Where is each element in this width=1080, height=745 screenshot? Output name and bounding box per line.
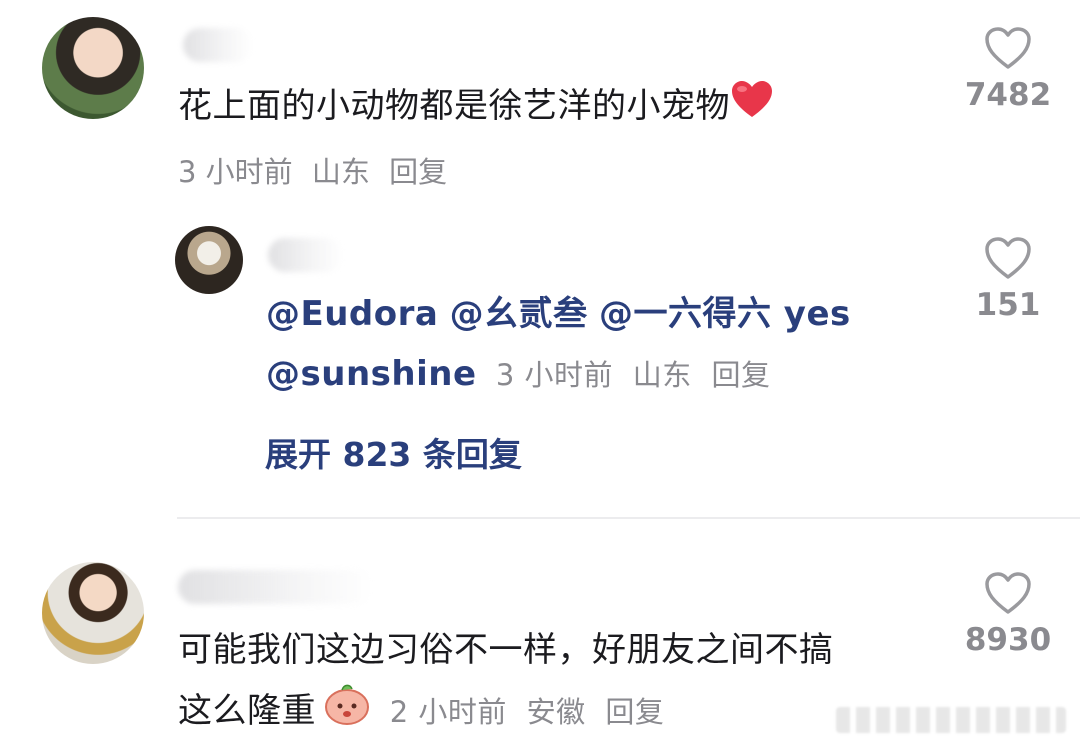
user-avatar[interactable]: [42, 562, 144, 664]
like-button[interactable]: 8930: [958, 570, 1058, 658]
location: 安徽: [526, 695, 586, 729]
comment-text: 可能我们这边习俗不一样，好朋友之间不搞 这么隆重 2 小时前 安徽 回复: [178, 620, 834, 745]
reply-button[interactable]: 回复: [605, 695, 664, 729]
username-blurred[interactable]: [178, 570, 373, 604]
heart-outline-icon: [985, 572, 1031, 614]
timestamp: 2 小时前: [389, 695, 507, 729]
comment-meta: 2 小时前 安徽 回复: [380, 695, 674, 729]
peach-face-emoji: [322, 680, 372, 745]
watermark: [836, 707, 1066, 733]
comment-3: 可能我们这边习俗不一样，好朋友之间不搞 这么隆重 2 小时前 安徽 回复 893…: [0, 0, 1080, 745]
like-count: 8930: [964, 622, 1052, 658]
